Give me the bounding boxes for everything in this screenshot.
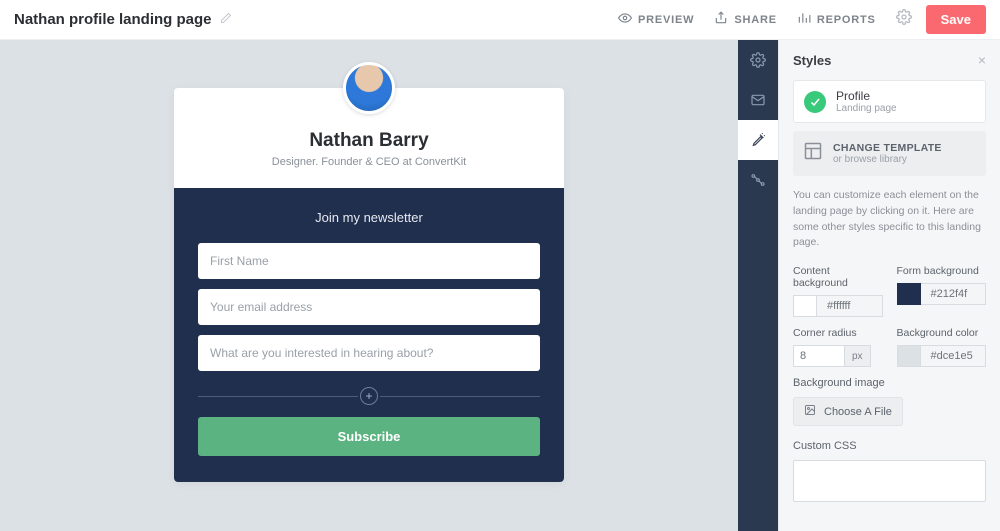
interest-input[interactable] [198, 335, 540, 371]
bg-color-value[interactable]: #dce1e5 [921, 345, 987, 367]
close-icon[interactable]: × [978, 52, 986, 68]
check-icon [804, 91, 826, 113]
bg-color-label: Background color [897, 327, 987, 339]
corner-radius-field[interactable] [793, 345, 845, 367]
custom-css-input[interactable] [793, 460, 986, 502]
page-title: Nathan profile landing page [14, 11, 212, 28]
tab-settings[interactable] [738, 40, 778, 80]
change-template-sub: or browse library [833, 154, 942, 165]
form-heading[interactable]: Join my newsletter [315, 210, 423, 225]
change-template-button[interactable]: CHANGE TEMPLATE or browse library [793, 131, 986, 176]
panel-title: Styles [793, 53, 831, 68]
settings-icon[interactable] [896, 9, 912, 30]
corner-radius-unit: px [845, 345, 871, 367]
plus-icon: + [360, 387, 378, 405]
editor-canvas[interactable]: Nathan Barry Designer. Founder & CEO at … [0, 40, 738, 531]
eye-icon [618, 11, 632, 28]
bg-image-label: Background image [793, 377, 986, 389]
form-bg-label: Form background [897, 265, 987, 277]
profile-name[interactable]: Nathan Barry [194, 130, 544, 152]
form-bg-swatch[interactable] [897, 283, 921, 305]
share-icon [714, 11, 728, 28]
content-bg-label: Content background [793, 265, 883, 289]
share-label: SHARE [734, 14, 777, 26]
corner-radius-input[interactable]: px [793, 345, 883, 367]
bg-color-swatch[interactable] [897, 345, 921, 367]
add-field-divider[interactable]: + [198, 387, 540, 405]
template-name: Profile [836, 89, 897, 103]
template-type: Landing page [836, 103, 897, 114]
form-bg-value[interactable]: #212f4f [921, 283, 987, 305]
custom-css-label: Custom CSS [793, 440, 986, 452]
current-template[interactable]: Profile Landing page [793, 80, 986, 123]
tab-integrations[interactable] [738, 160, 778, 200]
profile-tagline[interactable]: Designer. Founder & CEO at ConvertKit [194, 156, 544, 168]
bg-color-picker[interactable]: #dce1e5 [897, 345, 987, 367]
corner-radius-label: Corner radius [793, 327, 883, 339]
save-button[interactable]: Save [926, 5, 986, 34]
styles-panel: Styles × Profile Landing page CHANGE TEM… [778, 40, 1000, 531]
content-bg-value[interactable]: #ffffff [817, 295, 883, 317]
choose-file-button[interactable]: Choose A File [793, 397, 903, 426]
reports-button[interactable]: REPORTS [797, 11, 876, 28]
form-bg-picker[interactable]: #212f4f [897, 283, 987, 305]
reports-icon [797, 11, 811, 28]
tab-email[interactable] [738, 80, 778, 120]
template-icon [803, 141, 823, 166]
image-icon [804, 404, 816, 419]
avatar[interactable] [343, 62, 395, 114]
change-template-title: CHANGE TEMPLATE [833, 142, 942, 154]
subscribe-button[interactable]: Subscribe [198, 417, 540, 456]
choose-file-label: Choose A File [824, 406, 892, 418]
panel-tabs [738, 40, 778, 531]
share-button[interactable]: SHARE [714, 11, 777, 28]
tab-styles[interactable] [738, 120, 778, 160]
reports-label: REPORTS [817, 14, 876, 26]
email-input[interactable] [198, 289, 540, 325]
preview-button[interactable]: PREVIEW [618, 11, 694, 28]
help-text: You can customize each element on the la… [793, 188, 986, 251]
first-name-input[interactable] [198, 243, 540, 279]
profile-card[interactable]: Nathan Barry Designer. Founder & CEO at … [174, 88, 564, 482]
content-bg-swatch[interactable] [793, 295, 817, 317]
content-bg-picker[interactable]: #ffffff [793, 295, 883, 317]
preview-label: PREVIEW [638, 14, 694, 26]
edit-title-icon[interactable] [220, 11, 232, 29]
